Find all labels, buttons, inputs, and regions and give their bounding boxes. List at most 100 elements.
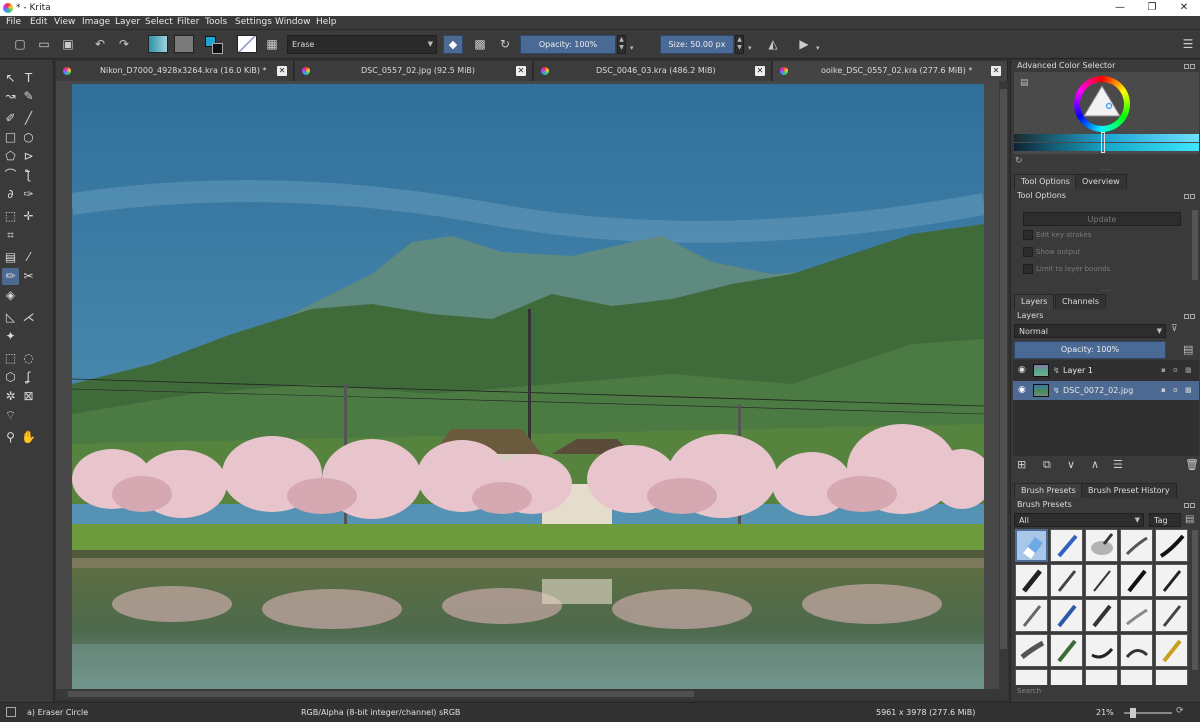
save-icon[interactable]: ▣	[60, 36, 76, 52]
tab-layers[interactable]: Layers	[1014, 294, 1055, 309]
polyline-tool-icon[interactable]: ⊳	[20, 148, 37, 165]
brush-tool-icon[interactable]: ✏	[2, 268, 19, 285]
brush-scrollbar[interactable]	[1192, 530, 1198, 670]
reload-preset-icon[interactable]: ↻	[497, 36, 513, 52]
docker-buttons[interactable]	[1183, 312, 1197, 320]
brush-preset-row6-3[interactable]	[1085, 669, 1118, 685]
brush-preset-pencil-grey[interactable]	[1015, 599, 1048, 632]
color-selector-panel[interactable]: ▤	[1014, 72, 1199, 154]
alpha-icon[interactable]: α	[1173, 381, 1178, 400]
open-folder-icon[interactable]: ▭	[36, 36, 52, 52]
move-layer-up-icon[interactable]: ∧	[1091, 458, 1099, 471]
brush-preset-row6-2[interactable]	[1050, 669, 1083, 685]
layer-opacity-slider[interactable]: Opacity: 100%	[1014, 341, 1166, 359]
brush-preset-row6-4[interactable]	[1120, 669, 1153, 685]
multibrush-icon[interactable]: ✑	[20, 186, 37, 203]
alpha-lock-icon[interactable]: ▩	[472, 36, 488, 52]
brush-preset-pencil-blue[interactable]	[1050, 529, 1083, 562]
lock-icon[interactable]: ▪	[1161, 381, 1166, 400]
ellipse-select-icon[interactable]: ◌	[20, 350, 37, 367]
visibility-eye-icon[interactable]: ◉	[1018, 361, 1026, 380]
gradient-swatch[interactable]	[148, 35, 168, 53]
select-shapes-icon[interactable]: ↖	[2, 70, 19, 87]
pattern-swatch[interactable]	[174, 35, 194, 53]
rectangle-tool-icon[interactable]: □	[2, 129, 19, 146]
mirror-horizontal-icon[interactable]: ◭	[765, 36, 781, 52]
edit-key-strokes-checkbox[interactable]	[1023, 230, 1033, 240]
brush-view-icon[interactable]: ▤	[1185, 514, 1194, 525]
freehand-brush-icon[interactable]: ✐	[2, 110, 19, 127]
blend-mode-select[interactable]: Erase ▼	[287, 35, 437, 54]
menu-settings[interactable]: Settings	[235, 17, 272, 27]
layer-blend-mode-select[interactable]: Normal ▼	[1014, 324, 1166, 338]
new-document-icon[interactable]: ▢	[12, 36, 28, 52]
brush-preset-ink[interactable]	[1155, 529, 1188, 562]
color-picker-icon[interactable]: ⁄	[20, 249, 37, 266]
brush-preset-pencil-blue-2[interactable]	[1050, 599, 1083, 632]
tab-channels[interactable]: Channels	[1055, 294, 1107, 309]
alpha-icon[interactable]: α	[1173, 361, 1178, 380]
zoom-slider-handle[interactable]	[1130, 708, 1136, 718]
docker-buttons[interactable]	[1183, 192, 1197, 200]
vertical-scroll-thumb[interactable]	[1000, 89, 1007, 649]
rotate-icon[interactable]: ⟳	[1176, 706, 1184, 716]
visibility-eye-icon[interactable]: ◉	[1018, 381, 1026, 400]
menu-layer[interactable]: Layer	[115, 17, 140, 27]
show-output-checkbox[interactable]	[1023, 247, 1033, 257]
brush-preset-texture[interactable]	[1085, 634, 1118, 667]
brush-search-input[interactable]: Search	[1017, 687, 1041, 695]
inherit-alpha-icon[interactable]: ▩	[1185, 361, 1192, 380]
measure-tool-icon[interactable]: ◺	[2, 309, 19, 326]
close-tab-icon[interactable]: ✕	[516, 66, 526, 76]
fg-bg-color-icon[interactable]	[205, 36, 223, 54]
tab-overview[interactable]: Overview	[1075, 174, 1127, 189]
mirror-vertical-icon[interactable]: ▶	[796, 36, 812, 52]
brush-preset-chalk[interactable]	[1120, 599, 1153, 632]
filter-icon[interactable]: ⊽	[1171, 324, 1178, 334]
close-button[interactable]: ✕	[1168, 0, 1200, 16]
lock-icon[interactable]: ▪	[1161, 361, 1166, 380]
minimize-button[interactable]: —	[1104, 0, 1136, 16]
tag-button[interactable]: Tag	[1149, 513, 1181, 527]
freehand-select-icon[interactable]: ʆ	[20, 369, 37, 386]
canvas-image[interactable]	[72, 84, 984, 689]
fill-tool-icon[interactable]: ◈	[2, 287, 19, 304]
bezier-select-icon[interactable]: ⌔	[2, 407, 19, 424]
menu-help[interactable]: Help	[316, 17, 337, 27]
menu-select[interactable]: Select	[145, 17, 173, 27]
text-tool-icon[interactable]: T	[20, 70, 37, 87]
undo-icon[interactable]: ↶	[92, 36, 108, 52]
brush-preset-row6-5[interactable]	[1155, 669, 1188, 685]
smart-patch-icon[interactable]: ✂	[20, 268, 37, 285]
tab-document-3[interactable]: DSC_0046_03.kra (486.2 MiB) ✕	[534, 61, 772, 81]
move-layer-down-icon[interactable]: ∨	[1067, 458, 1075, 471]
size-slider[interactable]: Size: 50.00 px	[660, 35, 734, 54]
reference-tool-icon[interactable]: ✦	[2, 328, 19, 345]
brush-preset-row6-1[interactable]	[1015, 669, 1048, 685]
close-tab-icon[interactable]: ✕	[991, 66, 1001, 76]
splitter-dots[interactable]: ·····	[1101, 167, 1111, 174]
gradient-tool-icon[interactable]: ▤	[2, 249, 19, 266]
brush-preset-yellow[interactable]	[1155, 634, 1188, 667]
update-button[interactable]: Update	[1023, 212, 1181, 226]
bezier-tool-icon[interactable]: ⌒	[2, 167, 19, 184]
opacity-spinner[interactable]: ▲ ▼	[617, 35, 626, 54]
menu-file[interactable]: File	[6, 17, 21, 27]
hue-ring[interactable]	[1074, 76, 1130, 132]
brush-preset-fineliner[interactable]	[1085, 564, 1118, 597]
brush-preset-airbrush[interactable]	[1085, 529, 1118, 562]
limit-to-layer-bounds-checkbox[interactable]	[1023, 264, 1033, 274]
brush-preset-pastel[interactable]	[1155, 599, 1188, 632]
assistant-tool-icon[interactable]: ⋌	[20, 309, 37, 326]
layer-properties-sliders-icon[interactable]: ☰	[1113, 458, 1123, 471]
vertical-scrollbar[interactable]	[999, 81, 1008, 689]
brush-preset-paint[interactable]	[1015, 634, 1048, 667]
brush-preset-blender[interactable]	[1120, 529, 1153, 562]
opacity-slider[interactable]: Opacity: 100%	[520, 35, 616, 54]
refresh-icon[interactable]: ↻	[1015, 156, 1023, 166]
eraser-mode-icon[interactable]: ◆	[443, 35, 463, 54]
tab-document-4-active[interactable]: ooike_DSC_0557_02.kra (277.6 MiB) * ✕	[773, 61, 1008, 81]
menu-view[interactable]: View	[54, 17, 75, 27]
size-spinner[interactable]: ▲ ▼	[735, 35, 744, 54]
menu-tools[interactable]: Tools	[205, 17, 227, 27]
